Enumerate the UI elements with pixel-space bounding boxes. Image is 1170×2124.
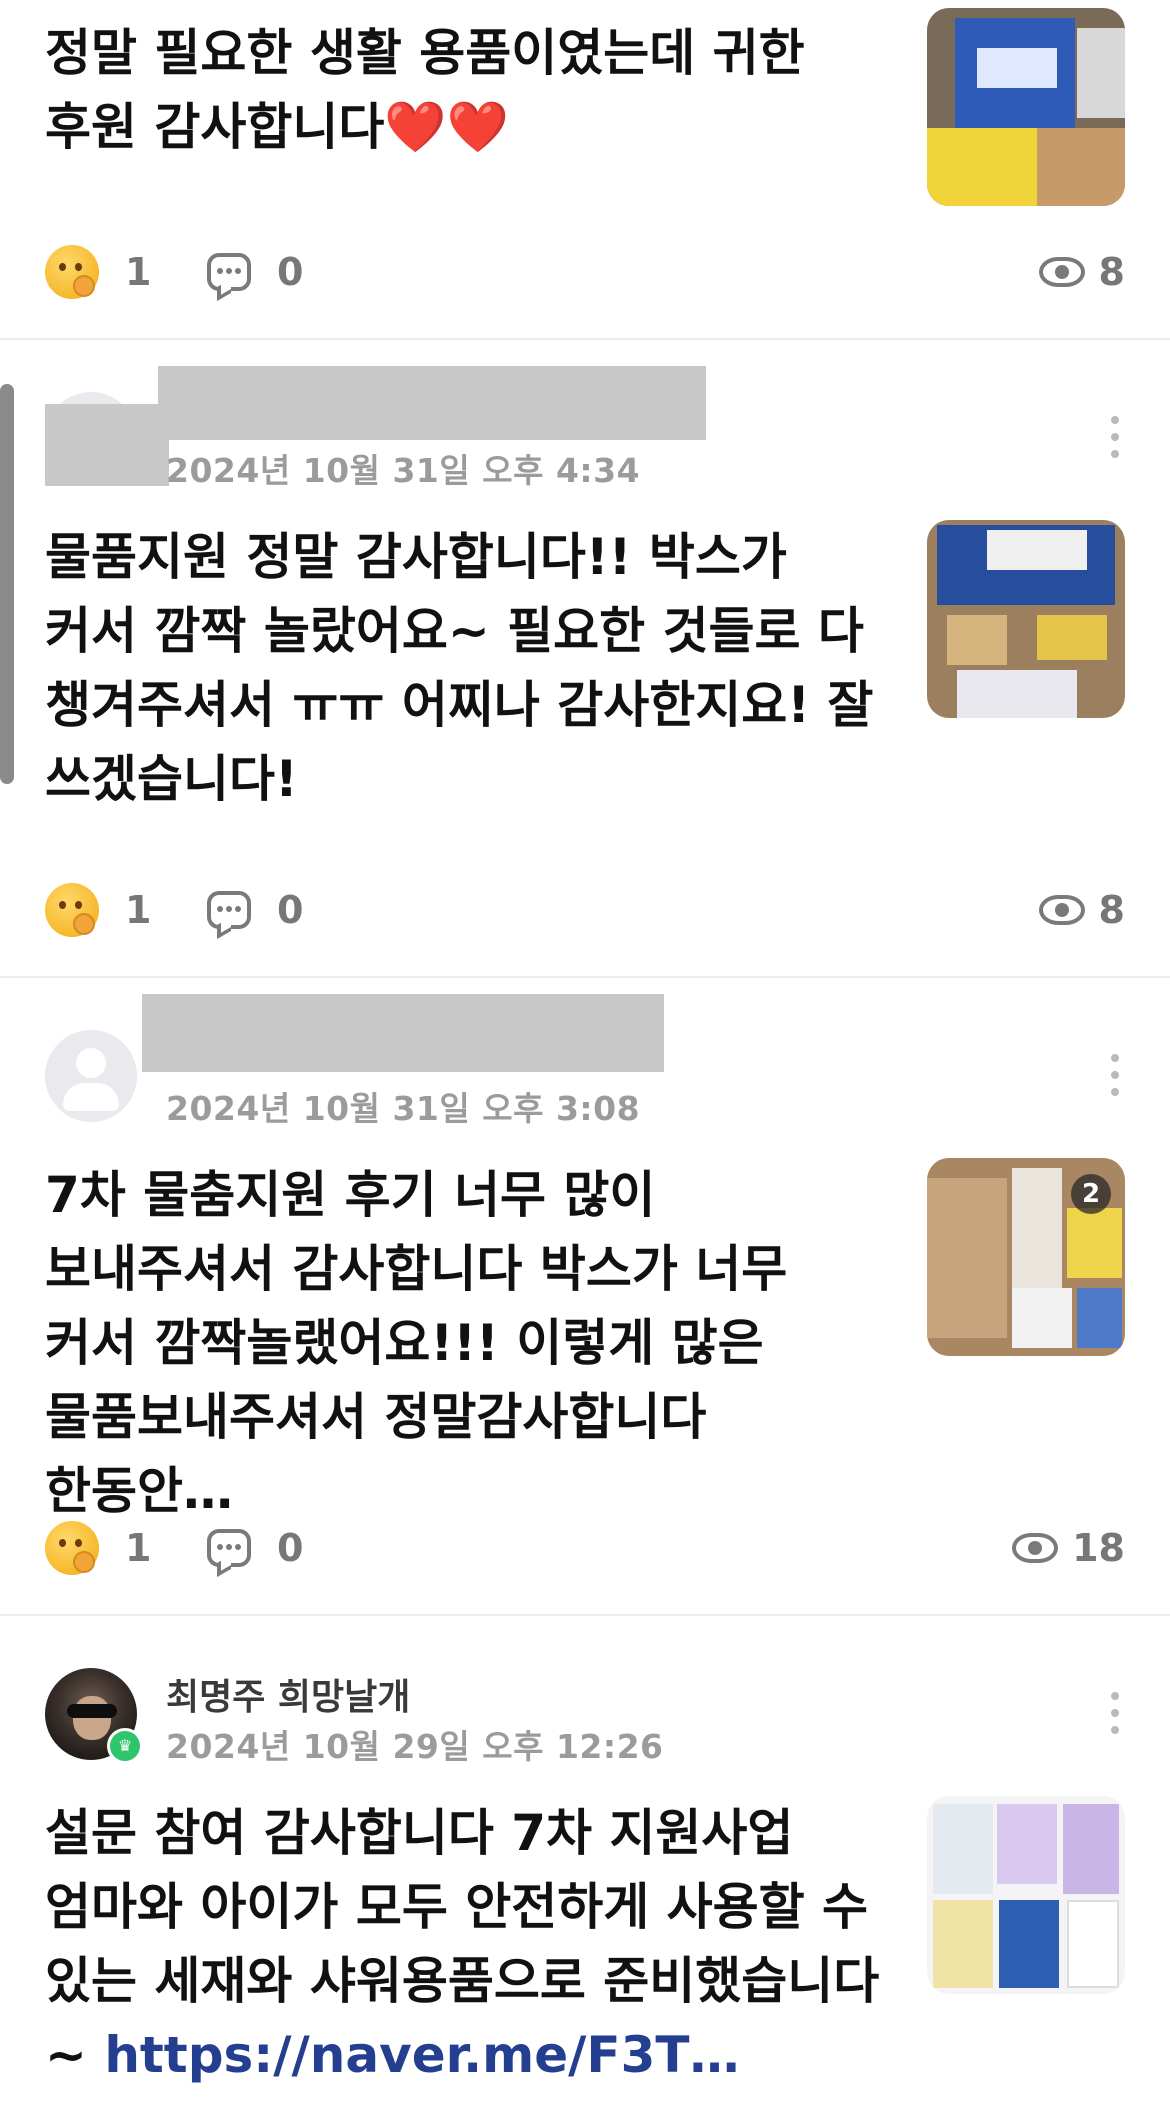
post-text: 7차 물춤지원 후기 너무 많이 보내주셔서 감사합니다 박스가 너무 커서 깜… (45, 1166, 788, 1520)
reaction-count: 1 (125, 250, 152, 294)
comment-count: 0 (277, 1526, 304, 1570)
eye-icon (1038, 895, 1085, 925)
post-thumbnail[interactable] (927, 520, 1125, 718)
view-count: 8 (1098, 888, 1125, 932)
post-card[interactable]: ♛ 최명주 희망날개 2024년 10월 29일 오후 12:26 설문 참여 … (0, 1616, 1170, 2124)
comment-icon (207, 891, 251, 929)
post-card[interactable]: 2024년 10월 31일 오후 4:34 물품지원 정말 감사합니다!! 박스… (0, 340, 1170, 978)
post-stats: 1 0 8 (45, 242, 1125, 302)
reaction-stat[interactable]: 1 (45, 1518, 151, 1578)
view-stat: 8 (1038, 242, 1125, 302)
reaction-count: 1 (125, 888, 152, 932)
more-options-icon[interactable] (1108, 1692, 1122, 1742)
comment-count: 0 (277, 250, 304, 294)
eye-icon (1038, 257, 1085, 287)
post-text: 설문 참여 감사합니다 7차 지원사업 엄마와 아이가 모두 안전하게 사용할 … (45, 1796, 895, 2092)
thinking-face-icon (45, 883, 99, 937)
view-stat: 8 (1038, 880, 1125, 940)
post-thumbnail[interactable] (927, 1796, 1125, 1994)
post-stats: 1 0 8 (45, 880, 1125, 940)
comment-icon (207, 253, 251, 291)
more-options-icon[interactable] (1108, 416, 1122, 466)
view-stat: 18 (1012, 1518, 1125, 1578)
avatar[interactable] (45, 1030, 137, 1122)
view-count: 18 (1072, 1526, 1125, 1570)
comment-count: 0 (277, 888, 304, 932)
comment-stat[interactable]: 0 (207, 242, 303, 302)
eye-icon (1012, 1533, 1059, 1563)
view-count: 8 (1098, 250, 1125, 294)
avatar[interactable]: ♛ (45, 1668, 143, 1764)
post-card[interactable]: 2024년 10월 31일 오후 3:08 7차 물춤지원 후기 너무 많이 보… (0, 978, 1170, 1616)
image-count-badge: 2 (1071, 1174, 1111, 1214)
post-card[interactable]: 정말 필요한 생활 용품이였는데 귀한 후원 감사합니다❤️❤️ 1 0 8 (0, 0, 1170, 340)
post-date: 2024년 10월 31일 오후 3:08 (166, 1089, 641, 1128)
comment-icon (207, 1529, 251, 1567)
reaction-stat[interactable]: 1 (45, 880, 151, 940)
post-text: 물품지원 정말 감사합니다!! 박스가 커서 깜짝 놀랐어요~ 필요한 것들로 … (45, 528, 874, 808)
redacted-author (142, 994, 664, 1072)
post-date: 2024년 10월 31일 오후 4:34 (166, 451, 641, 490)
redacted-avatar (45, 404, 169, 486)
reaction-stat[interactable]: 1 (45, 242, 151, 302)
comment-stat[interactable]: 0 (207, 1518, 303, 1578)
scrollbar[interactable] (0, 384, 14, 784)
reaction-count: 1 (125, 1526, 152, 1570)
post-thumbnail[interactable]: 2 (927, 1158, 1125, 1356)
more-options-icon[interactable] (1108, 1054, 1122, 1104)
thinking-face-icon (45, 1521, 99, 1575)
crown-icon: ♛ (107, 1728, 143, 1764)
redacted-author (158, 366, 706, 440)
post-link[interactable]: https://naver.me/F3T… (104, 2026, 739, 2084)
post-stats: 1 0 18 (45, 1518, 1125, 1578)
comment-stat[interactable]: 0 (207, 880, 303, 940)
post-author[interactable]: 최명주 희망날개 (166, 1668, 410, 1720)
post-date: 2024년 10월 29일 오후 12:26 (166, 1727, 664, 1766)
thinking-face-icon (45, 245, 99, 299)
post-text: 정말 필요한 생활 용품이였는데 귀한 후원 감사합니다❤️❤️ (45, 24, 805, 156)
post-thumbnail[interactable] (927, 8, 1125, 206)
